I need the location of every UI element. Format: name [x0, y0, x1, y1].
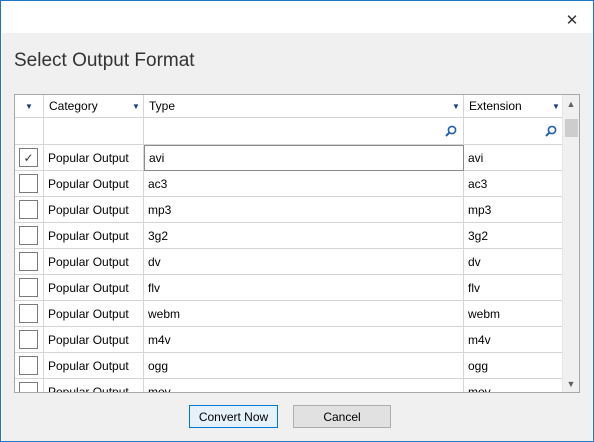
cell-category[interactable]: Popular Output	[44, 145, 144, 171]
dialog-heading: Select Output Format	[14, 50, 195, 71]
convert-now-button[interactable]: Convert Now	[189, 405, 278, 428]
cell-extension[interactable]: mov	[464, 379, 564, 392]
row-checkbox-cell[interactable]	[15, 197, 44, 223]
chevron-down-icon[interactable]: ▼	[449, 102, 463, 111]
cell-extension[interactable]: webm	[464, 301, 564, 327]
column-header-label: Extension	[469, 99, 522, 113]
cell-category[interactable]: Popular Output	[44, 171, 144, 197]
cell-extension[interactable]: ac3	[464, 171, 564, 197]
row-checkbox-cell[interactable]	[15, 327, 44, 353]
cell-type[interactable]: ac3	[144, 171, 464, 197]
cell-category[interactable]: Popular Output	[44, 327, 144, 353]
vertical-scrollbar[interactable]: ▲ ▼	[562, 95, 579, 392]
row-checkbox[interactable]	[19, 382, 38, 392]
row-checkbox[interactable]	[19, 304, 38, 323]
cell-category[interactable]: Popular Output	[44, 275, 144, 301]
grid-body: ▼ Category ▼ Type ▼ Extension ▼ ✓ Popula…	[15, 95, 564, 392]
select-output-format-dialog: ✕ Select Output Format ▼ Category ▼ Type…	[0, 0, 594, 442]
row-checkbox[interactable]	[19, 200, 38, 219]
cell-type[interactable]: m4v	[144, 327, 464, 353]
title-bar: ✕	[1, 1, 593, 33]
cell-category[interactable]: Popular Output	[44, 301, 144, 327]
table-row[interactable]: Popular Output flv flv	[15, 275, 564, 301]
cell-category[interactable]: Popular Output	[44, 249, 144, 275]
row-checkbox[interactable]	[19, 252, 38, 271]
chevron-down-icon[interactable]: ▼	[129, 102, 143, 111]
cell-category[interactable]: Popular Output	[44, 197, 144, 223]
row-checkbox[interactable]	[19, 330, 38, 349]
cell-category[interactable]: Popular Output	[44, 223, 144, 249]
row-checkbox[interactable]	[19, 356, 38, 375]
cell-extension[interactable]: ogg	[464, 353, 564, 379]
cell-type[interactable]: dv	[144, 249, 464, 275]
chevron-down-icon[interactable]: ▼	[549, 102, 563, 111]
type-column-header[interactable]: Type ▼	[144, 95, 464, 118]
extension-column-header[interactable]: Extension ▼	[464, 95, 564, 118]
cell-category[interactable]: Popular Output	[44, 353, 144, 379]
row-checkbox-cell[interactable]	[15, 171, 44, 197]
format-grid: ▼ Category ▼ Type ▼ Extension ▼ ✓ Popula…	[14, 94, 580, 393]
cell-extension[interactable]: avi	[464, 145, 564, 171]
table-row[interactable]: Popular Output ac3 ac3	[15, 171, 564, 197]
cell-type[interactable]: 3g2	[144, 223, 464, 249]
cancel-button[interactable]: Cancel	[293, 405, 391, 428]
filter-cell-check	[15, 118, 44, 145]
row-checkbox[interactable]	[19, 278, 38, 297]
cell-extension[interactable]: mp3	[464, 197, 564, 223]
scrollbar-thumb[interactable]	[565, 119, 578, 137]
select-column-header[interactable]: ▼	[15, 95, 44, 118]
row-checkbox-cell[interactable]	[15, 379, 44, 392]
row-checkbox-cell[interactable]	[15, 353, 44, 379]
table-row[interactable]: Popular Output mov mov	[15, 379, 564, 392]
table-row[interactable]: Popular Output webm webm	[15, 301, 564, 327]
cell-type[interactable]: avi	[144, 145, 464, 171]
row-checkbox-cell[interactable]	[15, 223, 44, 249]
cell-type[interactable]: mov	[144, 379, 464, 392]
row-checkbox-cell[interactable]	[15, 301, 44, 327]
dialog-content: Select Output Format ▼ Category ▼ Type ▼…	[2, 33, 592, 441]
cell-type[interactable]: ogg	[144, 353, 464, 379]
cell-category[interactable]: Popular Output	[44, 379, 144, 392]
row-checkbox[interactable]	[19, 226, 38, 245]
cell-type[interactable]: flv	[144, 275, 464, 301]
table-row[interactable]: Popular Output m4v m4v	[15, 327, 564, 353]
scroll-down-icon[interactable]: ▼	[563, 375, 579, 392]
search-icon[interactable]	[445, 125, 457, 137]
cell-extension[interactable]: 3g2	[464, 223, 564, 249]
column-header-label: Type	[149, 99, 176, 113]
row-checkbox-cell[interactable]	[15, 275, 44, 301]
chevron-down-icon[interactable]: ▼	[22, 102, 36, 111]
row-checkbox[interactable]	[19, 174, 38, 193]
table-row[interactable]: ✓ Popular Output avi avi	[15, 145, 564, 171]
table-row[interactable]: Popular Output mp3 mp3	[15, 197, 564, 223]
close-icon[interactable]: ✕	[559, 9, 585, 31]
cell-extension[interactable]: dv	[464, 249, 564, 275]
row-checkbox[interactable]: ✓	[19, 148, 38, 167]
cell-extension[interactable]: m4v	[464, 327, 564, 353]
cell-extension[interactable]: flv	[464, 275, 564, 301]
row-checkbox-cell[interactable]: ✓	[15, 145, 44, 171]
filter-cell-category[interactable]	[44, 118, 144, 145]
checkmark-icon: ✓	[23, 150, 34, 165]
row-checkbox-cell[interactable]	[15, 249, 44, 275]
table-row[interactable]: Popular Output ogg ogg	[15, 353, 564, 379]
filter-cell-extension[interactable]	[464, 118, 564, 145]
table-row[interactable]: Popular Output dv dv	[15, 249, 564, 275]
cell-type[interactable]: webm	[144, 301, 464, 327]
scroll-up-icon[interactable]: ▲	[563, 95, 579, 112]
cell-type[interactable]: mp3	[144, 197, 464, 223]
column-header-label: Category	[49, 99, 98, 113]
category-column-header[interactable]: Category ▼	[44, 95, 144, 118]
search-icon[interactable]	[545, 125, 557, 137]
table-row[interactable]: Popular Output 3g2 3g2	[15, 223, 564, 249]
filter-cell-type[interactable]	[144, 118, 464, 145]
